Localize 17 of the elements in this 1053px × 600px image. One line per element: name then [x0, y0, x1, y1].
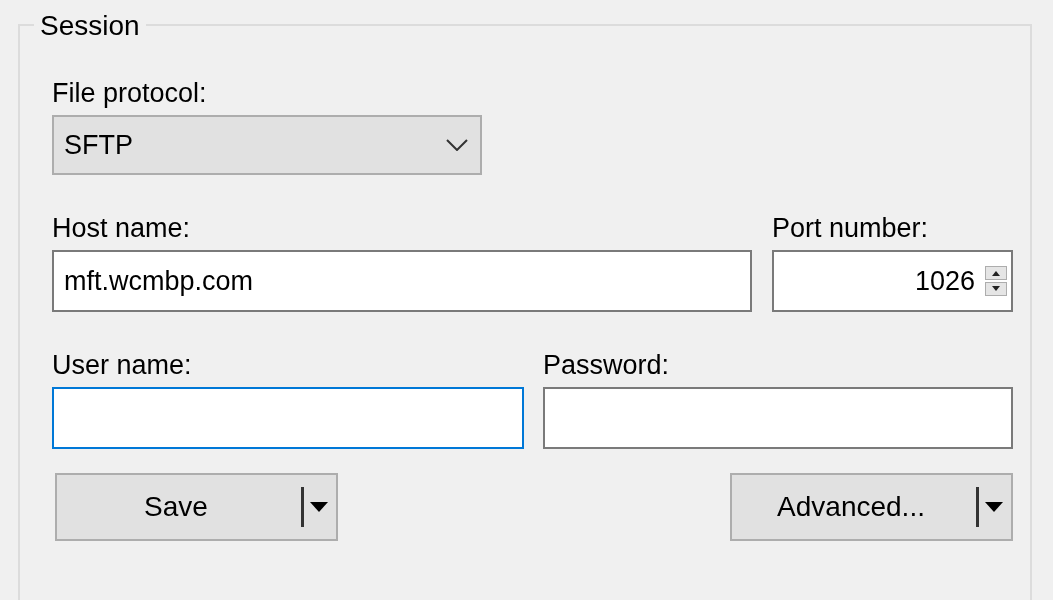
- split-button[interactable]: Advanced...: [730, 473, 1013, 541]
- field-label: Port number:: [772, 213, 930, 244]
- field-label: Host name:: [52, 213, 192, 244]
- dropdown-arrow-icon[interactable]: [310, 502, 328, 512]
- chevron-down-icon: [446, 139, 468, 151]
- user-name-field[interactable]: [52, 387, 524, 449]
- spin-up-icon[interactable]: [985, 266, 1007, 280]
- port-number-field[interactable]: 1026: [772, 250, 1013, 312]
- dropdown-arrow-icon[interactable]: [985, 502, 1003, 512]
- field-label: User name:: [52, 350, 193, 381]
- password-field[interactable]: [543, 387, 1013, 449]
- host-name-field[interactable]: mft.wcmbp.com: [52, 250, 752, 312]
- field-label: File protocol:: [52, 78, 208, 109]
- protocol-dropdown[interactable]: SFTP: [52, 115, 482, 175]
- split-button[interactable]: Save: [55, 473, 338, 541]
- spin-down-icon[interactable]: [985, 282, 1007, 296]
- field-label: Password:: [543, 350, 671, 381]
